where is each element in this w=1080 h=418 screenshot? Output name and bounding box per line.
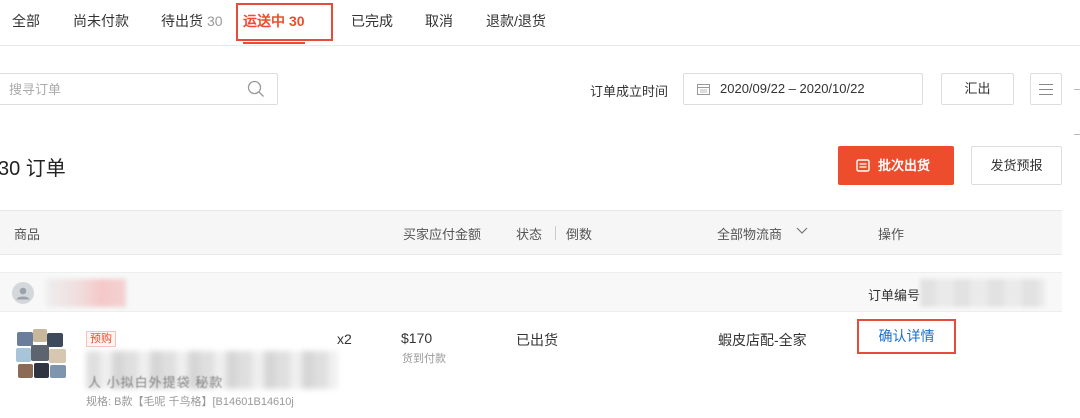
tab-label: 已完成 — [351, 13, 393, 29]
order-count-heading: 30 订单 — [0, 158, 66, 180]
column-status: 状态 — [516, 227, 543, 242]
date-range-picker[interactable]: 2020/09/22 – 2020/10/22 — [683, 73, 923, 105]
shipping-forecast-button[interactable]: 发货预报 — [971, 146, 1062, 185]
column-product: 商品 — [14, 227, 41, 242]
tab-label: 全部 — [12, 13, 40, 29]
tab-label: 待出货 — [161, 13, 203, 29]
tab-all[interactable]: 全部 — [12, 0, 40, 44]
view-details-button[interactable]: 确认详情 — [857, 319, 956, 354]
tab-cancelled[interactable]: 取消 — [425, 0, 453, 44]
edge-mark — [1074, 89, 1080, 90]
menu-icon-line — [1039, 94, 1053, 95]
date-filter-label: 订单成立时间 — [590, 84, 669, 99]
product-thumbnail[interactable] — [13, 326, 71, 384]
export-button[interactable]: 汇出 — [941, 73, 1014, 105]
buyer-avatar[interactable] — [12, 282, 34, 304]
order-number-label: 订单编号 — [868, 288, 921, 303]
search-icon[interactable] — [247, 80, 265, 98]
batch-ship-label: 批次出货 — [878, 158, 931, 173]
redacted-order-number — [920, 279, 1045, 307]
product-spec: 规格: B款【毛呢 千鸟格】[B14601B14610j — [86, 396, 294, 408]
list-view-toggle[interactable] — [1030, 73, 1062, 105]
order-amount: $170 — [401, 330, 433, 346]
tab-to-ship[interactable]: 待出货 30 — [161, 0, 223, 44]
tab-label: 取消 — [425, 13, 453, 29]
tab-refund-return[interactable]: 退款/退货 — [486, 0, 546, 44]
order-status: 已出货 — [516, 332, 558, 348]
edge-mark — [1074, 134, 1080, 135]
shipping-carrier: 蝦皮店配-全家 — [718, 332, 807, 348]
order-search-input[interactable] — [0, 74, 229, 104]
column-countdown[interactable]: 倒数 — [566, 224, 592, 243]
column-actions: 操作 — [878, 227, 905, 242]
column-amount: 买家应付金额 — [403, 227, 482, 242]
menu-icon-line — [1039, 89, 1053, 90]
menu-icon-line — [1039, 84, 1053, 85]
tab-label: 尚未付款 — [73, 13, 129, 29]
tab-completed[interactable]: 已完成 — [351, 0, 393, 44]
order-table-header: 商品 买家应付金额 状态 倒数 全部物流商 操作 — [0, 210, 1062, 255]
payment-method: 货到付款 — [402, 353, 446, 365]
tab-label: 退款/退货 — [486, 13, 546, 29]
tab-count: 30 — [207, 13, 223, 29]
product-name-fragment: 人 小拟白外提袋 秘款 — [88, 375, 224, 390]
chevron-down-icon[interactable] — [795, 225, 809, 235]
date-range-value: 2020/09/22 – 2020/10/22 — [720, 81, 865, 96]
item-quantity: x2 — [337, 331, 352, 347]
carrier-filter-dropdown[interactable]: 全部物流商 — [717, 224, 782, 243]
printer-icon — [856, 159, 870, 172]
column-divider — [555, 226, 556, 240]
user-icon — [16, 287, 30, 300]
pre-order-tag: 预购 — [86, 331, 116, 347]
order-card-header: 订单编号 — [0, 272, 1062, 312]
tab-unpaid[interactable]: 尚未付款 — [73, 0, 129, 44]
batch-ship-button[interactable]: 批次出货 — [838, 146, 954, 185]
order-status-tabs: 全部 尚未付款 待出货 30 运送中 30 已完成 取消 退款/退货 — [0, 0, 1080, 46]
redacted-buyer-name — [46, 279, 126, 307]
order-search-box — [0, 73, 278, 105]
calendar-icon — [697, 84, 710, 95]
annotation-highlight-box — [236, 3, 333, 41]
